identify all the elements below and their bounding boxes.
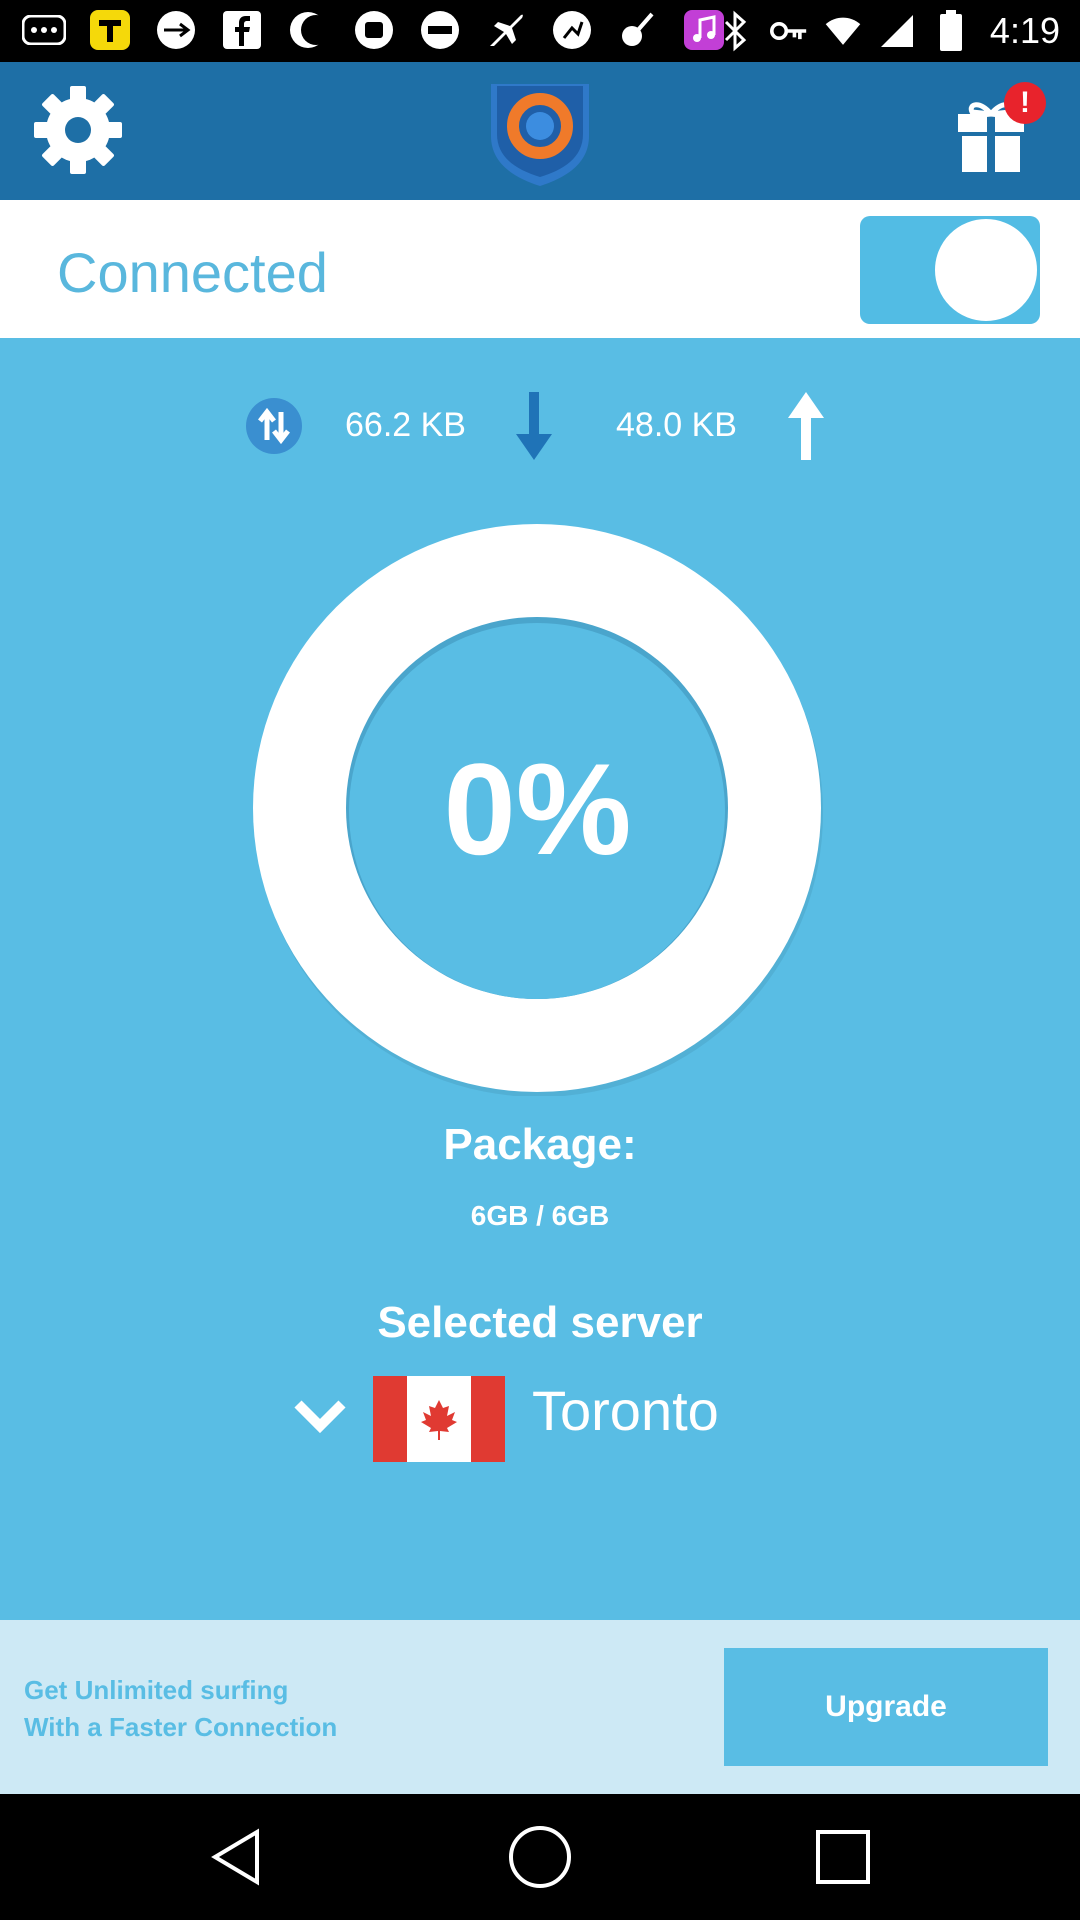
traffic-stats: 66.2 KB 48.0 KB (0, 390, 1080, 462)
download-arrow-icon (512, 390, 556, 462)
download-value: 66.2 KB (345, 406, 466, 444)
app-t-icon (88, 8, 132, 52)
promo-line-2: With a Faster Connection (24, 1712, 338, 1742)
package-title: Package: (443, 1120, 637, 1169)
vpn-toggle[interactable] (860, 216, 1040, 324)
transfer-icon (246, 398, 302, 454)
usb-icon (154, 8, 198, 52)
clock: 4:19 (989, 10, 1060, 51)
recents-button[interactable] (810, 1824, 876, 1890)
plane-icon (484, 8, 528, 52)
key-icon (769, 9, 808, 53)
upload-value: 48.0 KB (616, 406, 737, 444)
connection-status: Connected (57, 241, 328, 304)
fitness-icon (550, 8, 594, 52)
promo-text: Get Unlimited surfing With a Faster Conn… (24, 1672, 337, 1746)
status-bar: 4:19 (0, 0, 1080, 62)
promo-line-1: Get Unlimited surfing (24, 1675, 289, 1705)
upload-arrow-icon (784, 390, 828, 462)
back-button[interactable] (205, 1824, 271, 1890)
upgrade-button[interactable]: Upgrade (724, 1648, 1048, 1766)
more-icon (22, 8, 66, 52)
shield-logo-icon (491, 84, 589, 186)
moon-icon (286, 8, 330, 52)
recents-square-icon (816, 1830, 870, 1884)
maple-leaf-icon (421, 1400, 457, 1440)
gift-button[interactable]: ! (950, 80, 1050, 180)
bluetooth-icon (716, 9, 754, 53)
chevron-down-icon[interactable] (292, 1396, 348, 1436)
signal-icon (878, 9, 916, 53)
back-triangle-icon (211, 1828, 259, 1886)
home-button[interactable] (507, 1824, 573, 1890)
server-title: Selected server (377, 1298, 703, 1347)
app-header: ! (0, 62, 1080, 200)
phone-icon (352, 8, 396, 52)
canada-flag[interactable] (373, 1376, 505, 1462)
app-logo (485, 78, 595, 188)
package-value: 6GB / 6GB (470, 1200, 610, 1231)
toggle-knob (932, 216, 1040, 324)
gift-alert-badge: ! (1004, 82, 1046, 124)
main-panel: 66.2 KB 48.0 KB 0% Package: 6GB / 6GB Se… (0, 338, 1080, 1620)
promo-banner: Get Unlimited surfing With a Faster Conn… (0, 1620, 1080, 1794)
home-circle-icon (509, 1826, 571, 1888)
usage-percent: 0% (443, 735, 632, 882)
notification-icons (22, 8, 748, 52)
navigation-bar (0, 1794, 1080, 1920)
wifi-icon (824, 9, 862, 53)
gift-alert-text: ! (1020, 86, 1030, 119)
gear-icon (34, 86, 122, 174)
facebook-icon (220, 8, 264, 52)
server-name[interactable]: Toronto (532, 1378, 719, 1443)
system-status: 4:19 (700, 8, 1060, 54)
battery-icon (932, 9, 970, 53)
settings-button[interactable] (28, 80, 128, 180)
connection-bar: Connected (0, 200, 1080, 338)
guitar-icon (616, 8, 660, 52)
usa-today-icon (418, 8, 462, 52)
